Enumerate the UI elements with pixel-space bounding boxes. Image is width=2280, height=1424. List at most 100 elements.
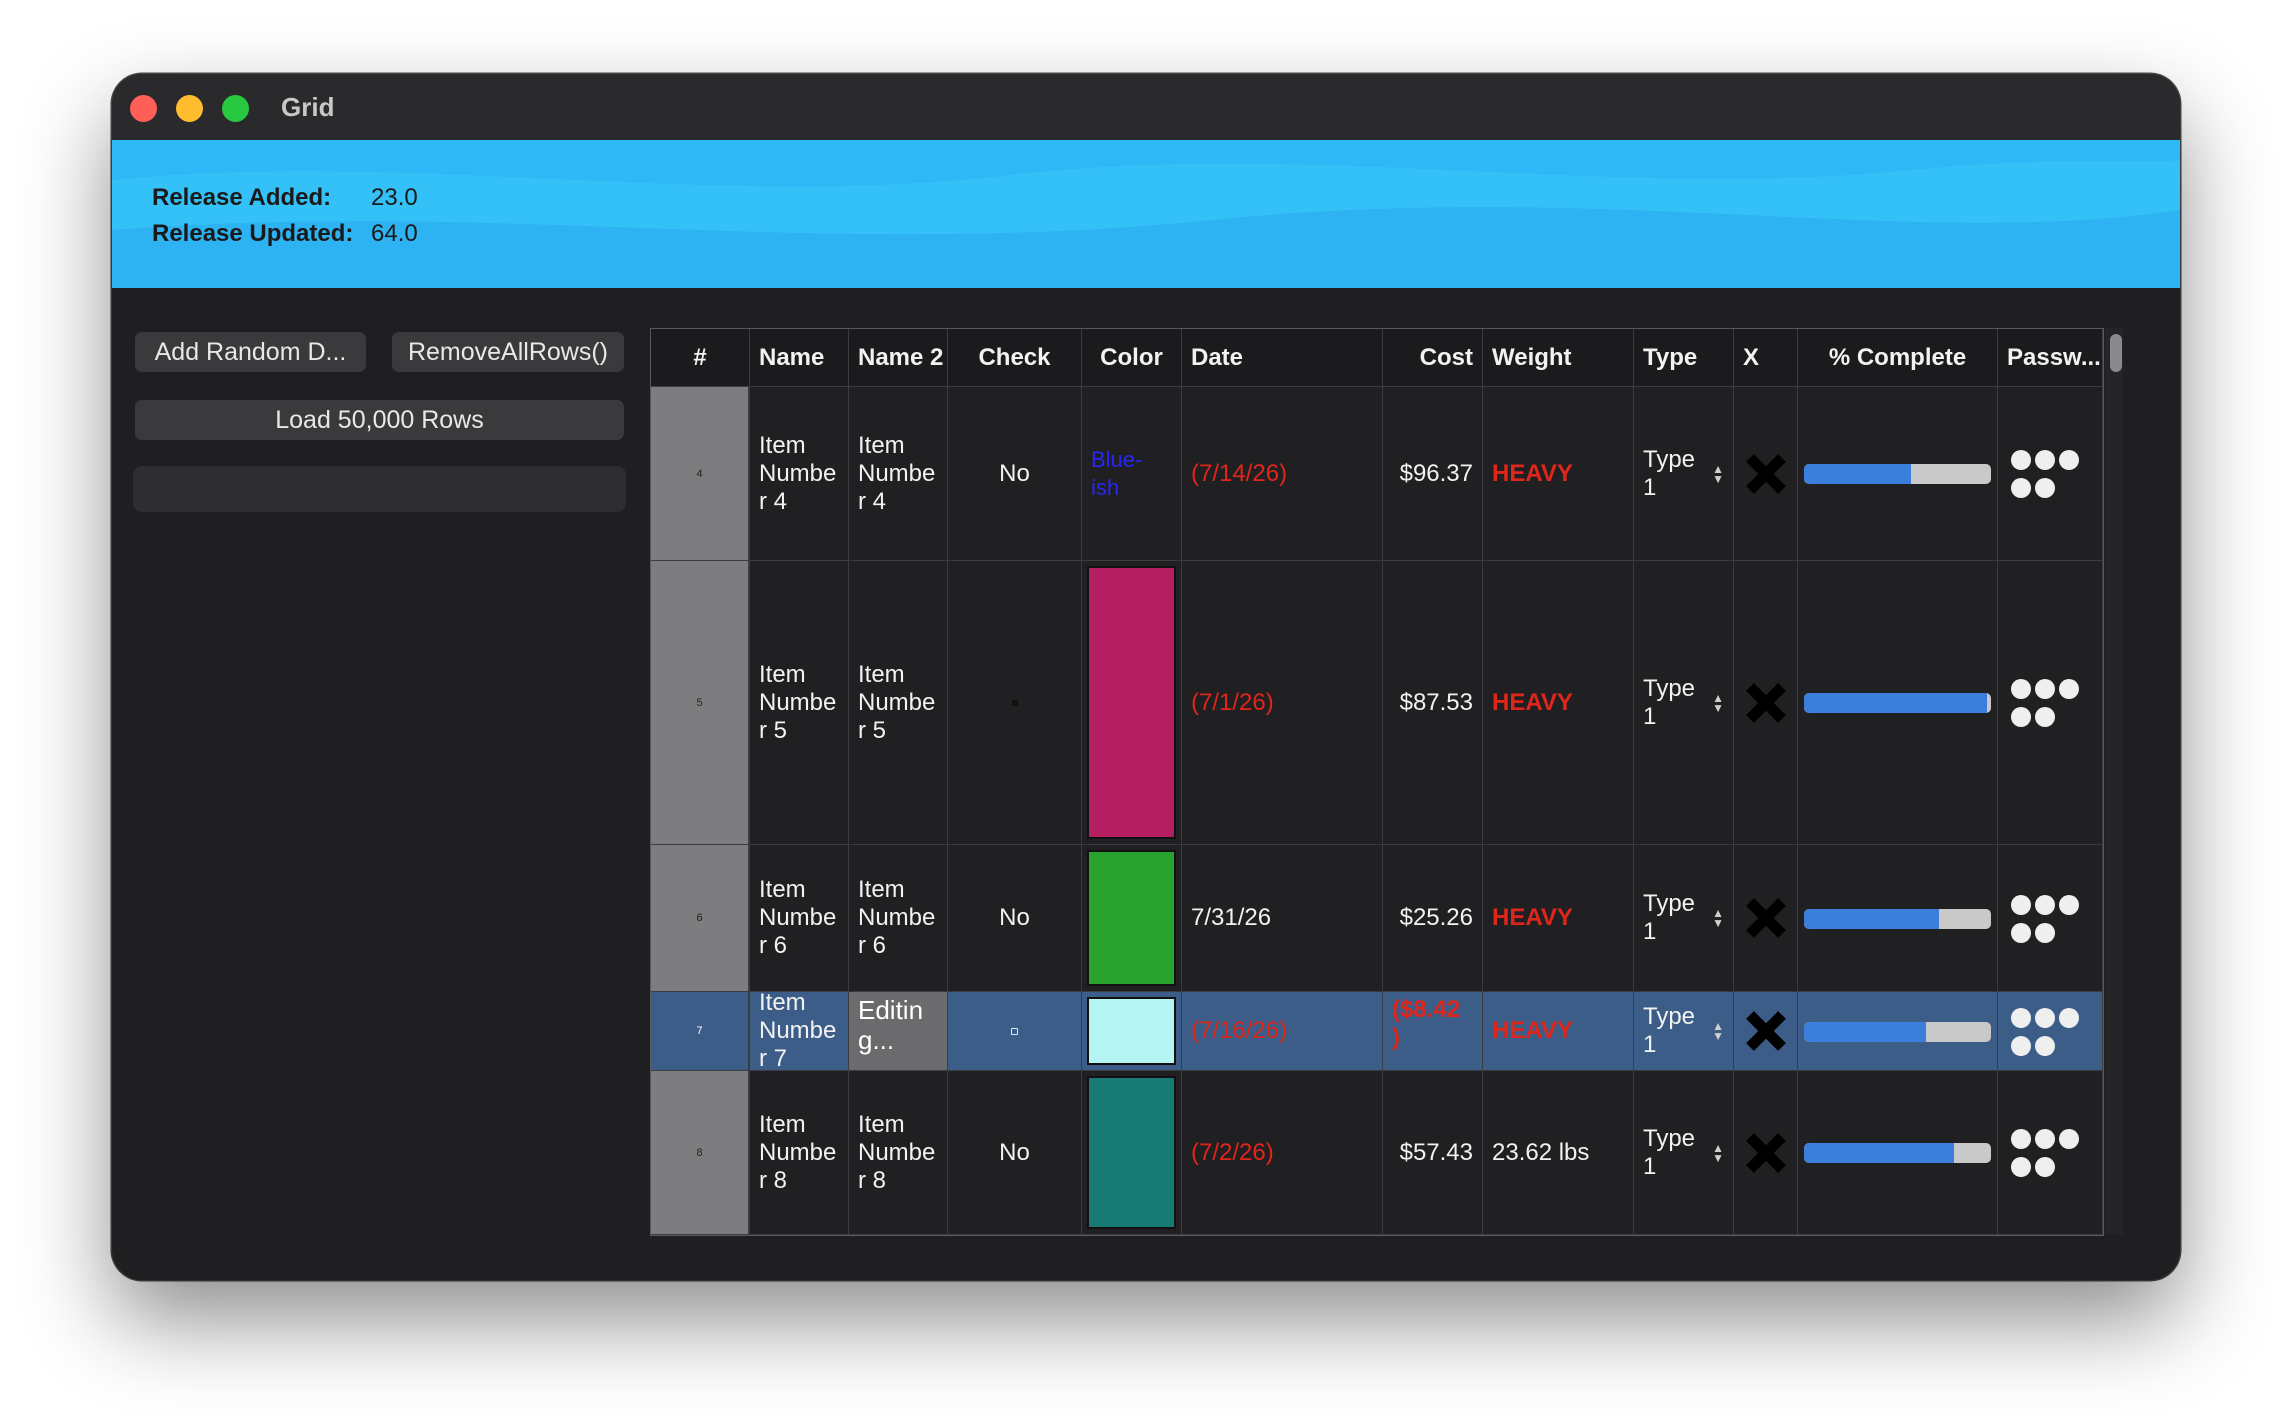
grid-scrollbar-thumb[interactable] (2110, 334, 2122, 372)
column-header-type[interactable]: Type (1634, 329, 1734, 387)
check-cell[interactable] (948, 992, 1082, 1071)
color-cell[interactable] (1082, 561, 1182, 845)
password-cell[interactable] (1998, 561, 2103, 845)
date-cell[interactable]: 7/31/26 (1182, 845, 1383, 992)
type-cell[interactable]: Type 1 ▲ ▼ (1634, 992, 1734, 1071)
check-cell[interactable]: No (948, 387, 1082, 561)
name-cell[interactable]: Item Numbe r 5 (750, 561, 849, 845)
password-cell[interactable] (1998, 1071, 2103, 1235)
name2-edit-field[interactable]: Editin g... (849, 992, 947, 1070)
type-cell[interactable]: Type 1 ▲ ▼ (1634, 387, 1734, 561)
x-cell[interactable] (1734, 387, 1798, 561)
color-swatch[interactable] (1087, 566, 1176, 839)
grid-scrollbar-track[interactable] (2105, 328, 2123, 1234)
name2-cell[interactable]: Item Numbe r 8 (849, 1071, 948, 1235)
load-rows-button[interactable]: Load 50,000 Rows (135, 400, 624, 440)
date-cell[interactable]: (7/1/26) (1182, 561, 1383, 845)
column-header-complete[interactable]: % Complete (1798, 329, 1998, 387)
minimize-window-button[interactable] (176, 95, 203, 122)
name2-cell[interactable]: Item Numbe r 5 (849, 561, 948, 845)
cost-cell[interactable]: $25.26 (1383, 845, 1483, 992)
color-cell[interactable] (1082, 992, 1182, 1071)
zoom-window-button[interactable] (222, 95, 249, 122)
check-cell[interactable]: No (948, 845, 1082, 992)
remove-all-rows-button[interactable]: RemoveAllRows() (392, 332, 624, 372)
type-cell[interactable]: Type 1 ▲ ▼ (1634, 845, 1734, 992)
cost-cell[interactable]: $57.43 (1383, 1071, 1483, 1235)
complete-cell[interactable] (1798, 387, 1998, 561)
stepper-arrows-icon[interactable]: ▲ ▼ (1712, 692, 1724, 714)
progress-bar (1804, 693, 1991, 713)
color-swatch[interactable] (1087, 1076, 1176, 1229)
password-dot (2059, 1007, 2079, 1028)
column-header-color[interactable]: Color (1082, 329, 1182, 387)
complete-cell[interactable] (1798, 1071, 1998, 1235)
row-number[interactable]: 6 (651, 845, 750, 992)
date-cell[interactable]: (7/2/26) (1182, 1071, 1383, 1235)
x-icon[interactable] (1742, 679, 1790, 727)
column-header-password[interactable]: Passw... (1998, 329, 2103, 387)
name-cell[interactable]: Item Numbe r 4 (750, 387, 849, 561)
cost-cell[interactable]: $96.37 (1383, 387, 1483, 561)
color-swatch[interactable] (1087, 850, 1176, 986)
cost-cell[interactable]: ($8.42 ) (1383, 992, 1483, 1071)
weight-cell[interactable]: 23.62 lbs (1483, 1071, 1634, 1235)
type-cell[interactable]: Type 1 ▲ ▼ (1634, 561, 1734, 845)
row-number[interactable]: 8 (651, 1071, 750, 1235)
column-header-name[interactable]: Name (750, 329, 849, 387)
column-header-check[interactable]: Check (948, 329, 1082, 387)
x-icon[interactable] (1742, 1007, 1790, 1055)
x-icon[interactable] (1742, 894, 1790, 942)
x-icon[interactable] (1742, 450, 1790, 498)
password-cell[interactable] (1998, 845, 2103, 992)
stepper-arrows-icon[interactable]: ▲ ▼ (1712, 907, 1724, 929)
date-cell[interactable]: (7/16/26) (1182, 992, 1383, 1071)
weight-cell[interactable]: HEAVY (1483, 561, 1634, 845)
password-cell[interactable] (1998, 387, 2103, 561)
column-header-cost[interactable]: Cost (1383, 329, 1483, 387)
stepper-arrows-icon[interactable]: ▲ ▼ (1712, 1142, 1724, 1164)
password-dot (2035, 922, 2055, 943)
progress-bar (1804, 1021, 1991, 1042)
weight-cell[interactable]: HEAVY (1483, 992, 1634, 1071)
type-cell[interactable]: Type 1 ▲ ▼ (1634, 1071, 1734, 1235)
name-cell[interactable]: Item Numbe r 8 (750, 1071, 849, 1235)
name2-cell[interactable]: Editin g... (849, 992, 948, 1071)
x-cell[interactable] (1734, 845, 1798, 992)
column-header-date[interactable]: Date (1182, 329, 1383, 387)
color-cell[interactable] (1082, 1071, 1182, 1235)
password-dot (2011, 1035, 2031, 1056)
name2-cell[interactable]: Item Numbe r 6 (849, 845, 948, 992)
check-cell[interactable]: No (948, 1071, 1082, 1235)
column-header-weight[interactable]: Weight (1483, 329, 1634, 387)
row-number[interactable]: 7 (651, 992, 750, 1071)
stepper-arrows-icon[interactable]: ▲ ▼ (1712, 463, 1724, 485)
color-swatch[interactable] (1087, 997, 1176, 1065)
name2-cell[interactable]: Item Numbe r 4 (849, 387, 948, 561)
close-window-button[interactable] (130, 95, 157, 122)
row-number[interactable]: 5 (651, 561, 750, 845)
color-cell[interactable]: Blue- ish (1082, 387, 1182, 561)
x-cell[interactable] (1734, 561, 1798, 845)
cost-cell[interactable]: $87.53 (1383, 561, 1483, 845)
weight-cell[interactable]: HEAVY (1483, 845, 1634, 992)
x-icon[interactable] (1742, 1129, 1790, 1177)
row-number[interactable]: 4 (651, 387, 750, 561)
color-cell[interactable] (1082, 845, 1182, 992)
check-cell[interactable] (948, 561, 1082, 845)
stepper-arrows-icon[interactable]: ▲ ▼ (1712, 1020, 1724, 1042)
add-random-data-button[interactable]: Add Random D... (135, 332, 366, 372)
password-cell[interactable] (1998, 992, 2103, 1071)
name-cell[interactable]: Item Numbe r 6 (750, 845, 849, 992)
weight-cell[interactable]: HEAVY (1483, 387, 1634, 561)
x-cell[interactable] (1734, 992, 1798, 1071)
column-header-name2[interactable]: Name 2 (849, 329, 948, 387)
date-cell[interactable]: (7/14/26) (1182, 387, 1383, 561)
complete-cell[interactable] (1798, 992, 1998, 1071)
column-header-x[interactable]: X (1734, 329, 1798, 387)
x-cell[interactable] (1734, 1071, 1798, 1235)
complete-cell[interactable] (1798, 845, 1998, 992)
column-header-row-number[interactable]: # (651, 329, 750, 387)
complete-cell[interactable] (1798, 561, 1998, 845)
name-cell[interactable]: Item Numbe r 7 (750, 992, 849, 1071)
